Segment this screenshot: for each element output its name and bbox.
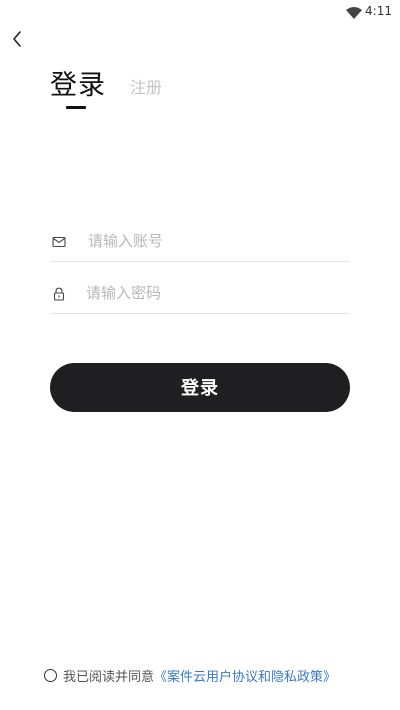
- tab-active-indicator: [66, 106, 86, 109]
- login-screen: 4:11 登录 注册 登录 我已: [0, 0, 400, 710]
- tab-register[interactable]: 注册: [130, 77, 162, 99]
- status-bar: 4:11: [0, 0, 400, 22]
- lock-icon: [52, 286, 66, 301]
- agreement-row: 我已阅读并同意 《案件云用户协议和隐私政策》: [44, 664, 336, 686]
- login-button[interactable]: 登录: [50, 363, 350, 412]
- password-input[interactable]: [86, 280, 341, 306]
- agreement-link[interactable]: 《案件云用户协议和隐私政策》: [154, 666, 336, 685]
- agreement-text: 我已阅读并同意: [63, 669, 155, 685]
- tab-login[interactable]: 登录: [50, 68, 106, 104]
- password-field: [50, 274, 350, 314]
- wifi-icon: [346, 4, 362, 19]
- account-input[interactable]: [88, 228, 343, 254]
- mail-icon: [52, 234, 66, 248]
- agreement-checkbox[interactable]: [44, 668, 57, 682]
- chevron-left-icon: [8, 31, 28, 54]
- back-button[interactable]: [8, 28, 28, 50]
- account-field: [50, 222, 350, 262]
- status-time: 4:11: [365, 4, 392, 18]
